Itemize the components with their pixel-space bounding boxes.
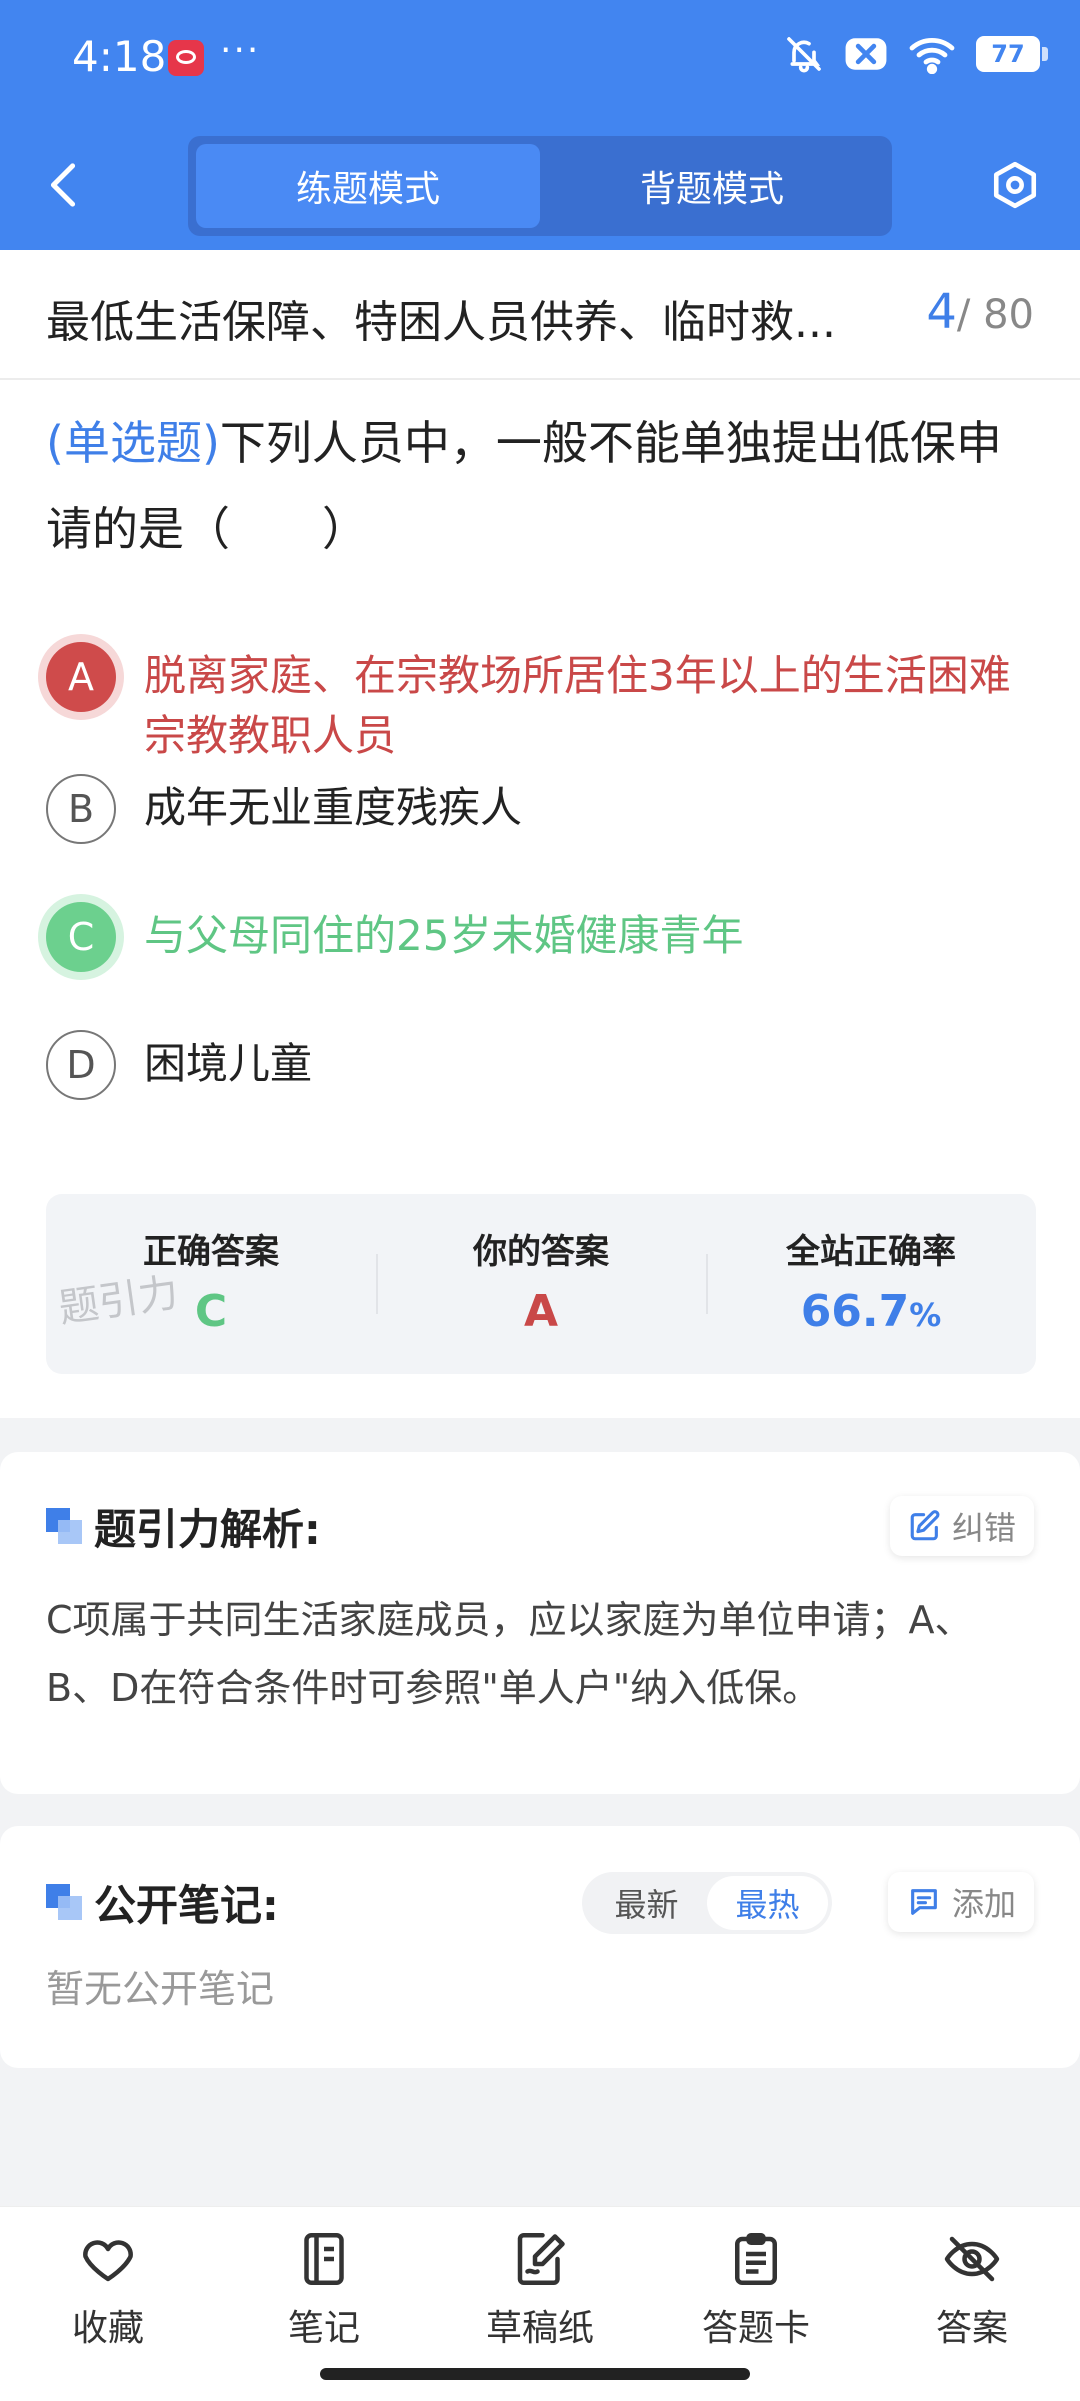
notes-label: 笔记 [287, 2308, 360, 2349]
stat-rate-unit: % [909, 1296, 942, 1334]
draft-paper-label: 草稿纸 [485, 2308, 594, 2349]
answer-sheet-label: 答题卡 [701, 2308, 810, 2349]
notebook-icon [304, 2233, 344, 2285]
sort-tab-newest[interactable]: 最新 [586, 1876, 707, 1930]
eye-off-icon [944, 2236, 1000, 2282]
sort-tab-hottest[interactable]: 最热 [707, 1876, 828, 1930]
option-a-marker: A [46, 642, 116, 712]
squares-icon [46, 1508, 82, 1544]
back-button[interactable] [38, 160, 88, 210]
question-card: 最低生活保障、特困人员供养、临时救... 4/ 80 (单选题)下列人员中，一般… [0, 250, 1080, 1418]
heart-icon [83, 2240, 133, 2282]
option-c-text: 与父母同住的25岁未婚健康青年 [144, 911, 744, 960]
question-type: (单选题) [46, 416, 220, 470]
status-time: 4:18 [72, 32, 167, 81]
analysis-card: 题引力解析: 纠错 C项属于共同生活家庭成员，应以家庭为单位申请；A、B、D在符… [0, 1452, 1080, 1794]
report-error-button[interactable]: 纠错 [889, 1496, 1034, 1556]
show-answer-button[interactable]: 答案 [864, 2207, 1080, 2401]
stat-your-answer: 你的答案 A [376, 1194, 706, 1374]
analysis-title: 题引力解析: [94, 1505, 321, 1554]
bell-muted-icon [787, 37, 821, 73]
favorite-label: 收藏 [71, 2308, 144, 2349]
chevron-left-icon [50, 163, 76, 207]
home-indicator[interactable] [320, 2368, 750, 2380]
option-b-text: 成年无业重度残疾人 [144, 783, 523, 832]
report-error-label: 纠错 [951, 1509, 1016, 1547]
header: 4:18 ··· 77 练题模式 背题模式 [0, 0, 1080, 250]
draft-icon [517, 2233, 565, 2285]
chapter-bar: 最低生活保障、特困人员供养、临时救... 4/ 80 [0, 250, 1080, 380]
option-a-text: 脱离家庭、在宗教场所居住3年以上的生活困难宗教教职人员 [144, 651, 1011, 760]
battery-icon: 77 [976, 36, 1048, 72]
show-answer-label: 答案 [935, 2308, 1008, 2349]
add-note-button[interactable]: 添加 [887, 1872, 1034, 1932]
notes-title: 公开笔记: [94, 1881, 279, 1930]
add-note-label: 添加 [951, 1885, 1016, 1923]
mode-switch: 练题模式 背题模式 [188, 136, 892, 236]
answer-stats: 正确答案 C 你的答案 A 全站正确率 66.7% [46, 1194, 1036, 1374]
status-more: ··· [220, 30, 261, 71]
option-c[interactable]: C 与父母同住的25岁未婚健康青年 [46, 902, 1046, 972]
tab-practice-mode[interactable]: 练题模式 [196, 144, 540, 228]
stat-yours-label: 你的答案 [473, 1232, 609, 1272]
chapter-title: 最低生活保障、特困人员供养、临时救... [46, 297, 836, 348]
option-d[interactable]: D 困境儿童 [46, 1030, 1046, 1100]
app-notification-icon [168, 40, 204, 76]
stat-rate-number: 66.7 [800, 1286, 910, 1337]
comment-icon [911, 1889, 937, 1915]
squares-icon [46, 1884, 82, 1920]
option-c-marker: C [46, 902, 116, 972]
status-icons: 77 [784, 34, 1048, 74]
close-box-icon [845, 38, 887, 70]
analysis-text: C项属于共同生活家庭成员，应以家庭为单位申请；A、B、D在符合条件时可参照"单人… [46, 1598, 973, 1710]
stat-correct-label: 正确答案 [143, 1232, 279, 1272]
total-questions: / 80 [956, 292, 1034, 338]
settings-button[interactable] [988, 158, 1042, 212]
stat-yours-value: A [523, 1286, 559, 1337]
option-b[interactable]: B 成年无业重度残疾人 [46, 774, 1046, 844]
option-a[interactable]: A 脱离家庭、在宗教场所居住3年以上的生活困难宗教教职人员 [46, 642, 1046, 766]
settings-hexagon-icon [993, 161, 1037, 209]
option-b-marker: B [46, 774, 116, 844]
question-text: (单选题)下列人员中，一般不能单独提出低保申请的是（ ） [46, 400, 1046, 572]
question-progress: 4/ 80 [926, 284, 1034, 340]
edit-icon [910, 1510, 940, 1541]
stat-correct-rate: 全站正确率 66.7% [706, 1194, 1036, 1374]
notes-empty-text: 暂无公开笔记 [46, 1967, 275, 2011]
notes-card: 公开笔记: 最新 最热 添加 暂无公开笔记 [0, 1826, 1080, 2068]
stat-rate-value: 66.7% [706, 1286, 1036, 1337]
stat-rate-label: 全站正确率 [786, 1232, 956, 1272]
tab-memorize-mode[interactable]: 背题模式 [540, 144, 884, 228]
favorite-button[interactable]: 收藏 [0, 2207, 216, 2401]
wifi-icon [909, 37, 955, 74]
answer-sheet-icon [735, 2233, 777, 2285]
option-d-marker: D [46, 1030, 116, 1100]
notes-sort-tabs: 最新 最热 [582, 1872, 832, 1934]
current-question-number: 4 [926, 284, 957, 340]
option-d-text: 困境儿童 [144, 1039, 313, 1088]
